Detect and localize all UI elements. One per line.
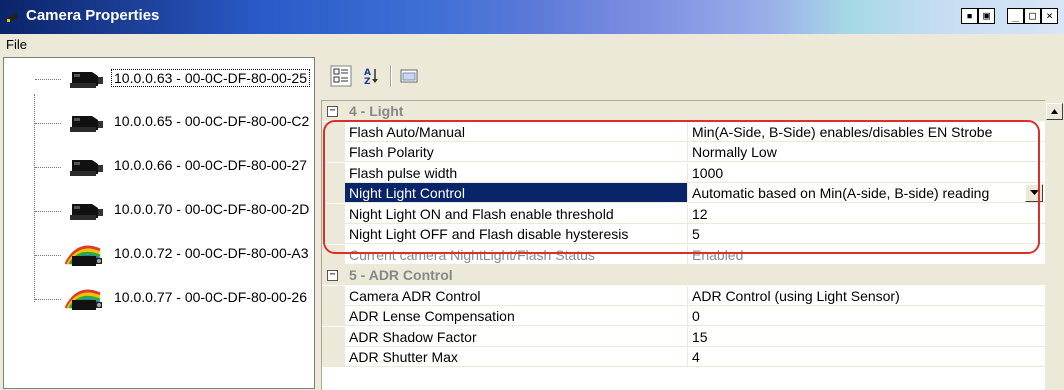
property-value[interactable]: Min(A-Side, B-Side) enables/disables EN … (688, 122, 1045, 142)
tree-item-label: 10.0.0.77 - 00-0C-DF-80-00-26 (114, 289, 307, 305)
tree-item-label: 10.0.0.72 - 00-0C-DF-80-00-A3 (114, 245, 309, 261)
tree-connector (35, 123, 61, 124)
property-name: Current camera NightLight/Flash Status (345, 244, 688, 265)
alphabetical-sort-icon[interactable]: A Z (360, 65, 382, 87)
property-value-text: ADR Control (using Light Sensor) (692, 287, 900, 304)
tree-item-label: 10.0.0.63 - 00-0C-DF-80-00-25 (111, 69, 310, 87)
property-toolbar: A Z (319, 57, 1064, 97)
property-grid-panel: A Z −4 - Light Flash Auto/Manual Min(A-Sid… (319, 57, 1064, 390)
property-name: Night Light ON and Flash enable threshol… (345, 203, 688, 224)
scroll-up-button[interactable] (1046, 103, 1063, 120)
camera-icon (70, 116, 103, 132)
property-name: ADR Shadow Factor (345, 326, 688, 347)
title-bar[interactable]: Camera Properties ▪ ▣ _ □ × (0, 0, 1064, 34)
vertical-scrollbar[interactable] (1045, 100, 1064, 389)
property-value[interactable]: Automatic based on Min(A-side, B-side) r… (688, 183, 1045, 203)
camera-icon (70, 160, 103, 176)
property-value-text: 5 (692, 226, 700, 242)
property-value[interactable]: ADR Control (using Light Sensor) (688, 286, 1045, 306)
property-value[interactable]: Normally Low (688, 142, 1045, 162)
svg-text:Z: Z (364, 77, 371, 87)
property-grid[interactable]: −4 - Light Flash Auto/Manual Min(A-Side, B… (321, 100, 1045, 390)
chevron-down-icon (1030, 190, 1039, 195)
restore-button[interactable]: ▪ (961, 8, 978, 24)
property-name: Flash pulse width (345, 162, 688, 183)
category-label: 4 - Light (349, 103, 404, 119)
tree-item-camera[interactable]: 10.0.0.63 - 00-0C-DF-80-00-25 (4, 62, 314, 92)
property-row[interactable]: Night Light OFF and Flash disable hyster… (322, 224, 1045, 244)
property-value-text: 4 (692, 349, 700, 365)
property-name: Night Light OFF and Flash disable hyster… (345, 224, 688, 244)
property-value[interactable]: 1000 (688, 163, 1045, 183)
property-value-text: 1000 (692, 164, 724, 181)
window-title: Camera Properties (26, 7, 160, 24)
tree-item-label: 10.0.0.65 - 00-0C-DF-80-00-C2 (114, 113, 310, 129)
property-value-text: Automatic based on Min(A-side, B-side) r… (692, 185, 990, 201)
property-name: Night Light Control (345, 183, 688, 203)
close-button[interactable]: × (1041, 8, 1058, 24)
tile-button[interactable]: ▣ (978, 8, 995, 24)
tree-connector (35, 211, 61, 212)
camera-icon (70, 204, 103, 220)
category-label: 5 - ADR Control (349, 267, 453, 283)
property-value[interactable]: Enabled (688, 245, 1045, 265)
property-value[interactable]: 5 (688, 224, 1045, 244)
menu-bar: File (0, 34, 1064, 56)
arrow-up-icon (1051, 109, 1058, 114)
rainbow-camera-icon (64, 289, 102, 310)
property-value[interactable]: 15 (688, 327, 1045, 347)
dropdown-button[interactable] (1025, 184, 1043, 202)
tree-item-camera[interactable]: 10.0.0.65 - 00-0C-DF-80-00-C2 (4, 106, 314, 136)
property-row[interactable]: Night Light ON and Flash enable threshol… (322, 203, 1045, 224)
collapse-icon[interactable]: − (327, 270, 338, 281)
property-row[interactable]: ADR Shadow Factor 15 (322, 326, 1045, 347)
property-name: Camera ADR Control (345, 285, 688, 306)
tree-connector (35, 255, 61, 256)
camera-icon (70, 72, 103, 88)
property-row[interactable]: Camera ADR Control ADR Control (using Lig… (322, 285, 1045, 306)
property-value-text: Enabled (692, 246, 744, 263)
property-pages-icon[interactable] (398, 65, 420, 87)
tree-item-camera[interactable]: 10.0.0.66 - 00-0C-DF-80-00-27 (4, 150, 314, 180)
property-value[interactable]: 4 (688, 347, 1045, 367)
property-value-text: 15 (692, 328, 708, 345)
property-row[interactable]: Flash Polarity Normally Low (322, 142, 1045, 162)
property-value[interactable]: 12 (688, 204, 1045, 224)
property-value-text: 12 (692, 205, 708, 222)
rainbow-camera-icon (64, 245, 102, 266)
category-header[interactable]: −5 - ADR Control (322, 265, 1045, 285)
property-row[interactable]: ADR Shutter Max 4 (322, 347, 1045, 367)
property-value-text: 0 (692, 308, 700, 324)
property-name: Flash Auto/Manual (345, 121, 688, 142)
categorized-icon[interactable] (330, 65, 352, 87)
camera-app-icon (7, 12, 19, 23)
property-row[interactable]: Flash Auto/Manual Min(A-Side, B-Side) ena… (322, 121, 1045, 142)
property-row[interactable]: Night Light Control Automatic based on Mi… (322, 183, 1045, 203)
tree-item-camera[interactable]: 10.0.0.70 - 00-0C-DF-80-00-2D (4, 194, 314, 224)
collapse-icon[interactable]: − (327, 106, 338, 117)
tree-item-label: 10.0.0.70 - 00-0C-DF-80-00-2D (114, 201, 310, 217)
tree-item-camera[interactable]: 10.0.0.77 - 00-0C-DF-80-00-26 (4, 282, 314, 312)
tree-connector (35, 79, 61, 80)
property-value[interactable]: 0 (688, 306, 1045, 326)
maximize-button[interactable]: □ (1024, 8, 1041, 24)
property-name: ADR Lense Compensation (345, 306, 688, 326)
tree-item-camera[interactable]: 10.0.0.72 - 00-0C-DF-80-00-A3 (4, 238, 314, 268)
minimize-button[interactable]: _ (1007, 8, 1024, 24)
tree-connector (35, 167, 61, 168)
property-row[interactable]: Current camera NightLight/Flash Status En… (322, 244, 1045, 265)
property-value-text: Min(A-Side, B-Side) enables/disables EN … (692, 123, 993, 140)
category-header[interactable]: −4 - Light (322, 101, 1045, 121)
property-name: ADR Shutter Max (345, 347, 688, 367)
property-row[interactable]: Flash pulse width 1000 (322, 162, 1045, 183)
property-row[interactable]: ADR Lense Compensation 0 (322, 306, 1045, 326)
property-value-text: Normally Low (692, 144, 777, 160)
tree-connector (35, 299, 61, 300)
camera-tree[interactable]: 10.0.0.63 - 00-0C-DF-80-00-25 10.0.0.65 -… (3, 57, 315, 389)
property-name: Flash Polarity (345, 142, 688, 162)
menu-file[interactable]: File (6, 37, 27, 52)
toolbar-separator (390, 65, 392, 87)
tree-item-label: 10.0.0.66 - 00-0C-DF-80-00-27 (114, 157, 307, 173)
